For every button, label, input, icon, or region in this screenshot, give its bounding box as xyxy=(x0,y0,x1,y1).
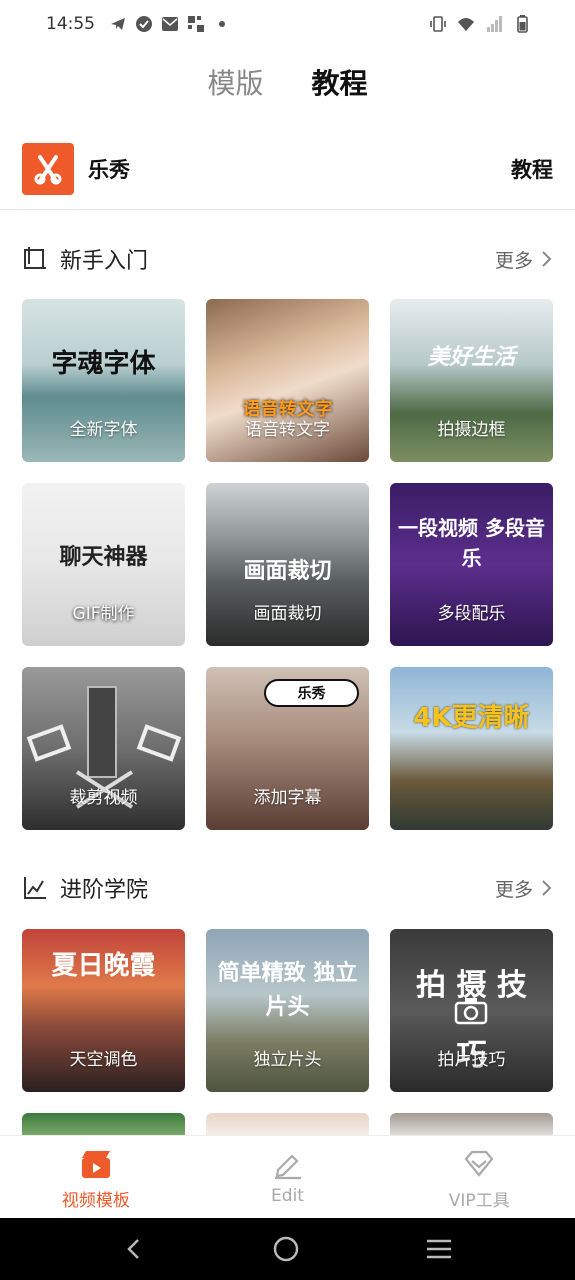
system-status-icons xyxy=(429,15,531,33)
recents-icon[interactable] xyxy=(425,1237,453,1261)
back-icon[interactable] xyxy=(123,1237,147,1261)
card-subtitle[interactable]: 乐秀 添加字幕 xyxy=(206,667,369,830)
notification-icons xyxy=(109,15,231,33)
card-partial[interactable] xyxy=(206,1113,369,1135)
book-icon xyxy=(24,247,46,269)
brand-name: 乐秀 xyxy=(88,158,130,182)
card-sky-color[interactable]: 夏日晚霞 天空调色 xyxy=(22,929,185,1092)
card-art: 聊天神器 xyxy=(59,545,148,570)
system-nav-bar xyxy=(0,1218,575,1280)
wifi-icon xyxy=(458,18,474,31)
brand-logo xyxy=(22,143,74,195)
status-time: 14:55 xyxy=(46,14,95,34)
card-art: 乐秀 xyxy=(264,679,359,707)
card-art: 一段视频 多段音乐 xyxy=(398,516,545,570)
card-crop[interactable]: 画面裁切 画面裁切 xyxy=(206,483,369,646)
nav-edit[interactable]: Edit xyxy=(192,1136,384,1218)
camera-icon xyxy=(454,998,488,1025)
app-grid-icon xyxy=(188,16,204,32)
tab-templates[interactable]: 模版 xyxy=(207,62,263,102)
card-label: 语音转文字 xyxy=(245,420,330,440)
card-label: 添加字幕 xyxy=(253,788,322,808)
card-frame[interactable]: 美好生活 拍摄边框 xyxy=(390,299,553,462)
chevron-right-icon xyxy=(542,880,552,896)
more-label: 更多 xyxy=(494,249,533,272)
divider xyxy=(0,209,575,210)
card-4k[interactable]: 4K更清晰 xyxy=(390,667,553,830)
card-label: 多段配乐 xyxy=(437,604,506,624)
diamond-icon xyxy=(464,1150,494,1177)
top-tabs: 模版 教程 xyxy=(0,58,575,106)
card-label: 天空调色 xyxy=(69,1050,138,1070)
more-label: 更多 xyxy=(494,878,533,901)
nav-label: Edit xyxy=(271,1186,304,1206)
bottom-nav: 视频模板 Edit VIP工具 xyxy=(0,1135,575,1218)
card-art: 美好生活 xyxy=(427,345,516,370)
signal-icon xyxy=(487,16,502,32)
dot-icon xyxy=(219,21,225,27)
nav-video-templates[interactable]: 视频模板 xyxy=(0,1136,192,1218)
card-new-font[interactable]: 字魂字体 全新字体 xyxy=(22,299,185,462)
card-label: 画面裁切 xyxy=(253,604,322,624)
beginner-grid: 字魂字体 全新字体 语音转文字 语音转文字 美好生活 拍摄边框 聊天神器 GIF… xyxy=(22,299,554,830)
card-art: 字魂字体 xyxy=(51,349,156,379)
nav-label: 视频模板 xyxy=(61,1191,130,1211)
vibrate-icon xyxy=(430,16,446,32)
check-circle-icon xyxy=(136,16,152,32)
card-art: 画面裁切 xyxy=(243,559,332,584)
nav-label: VIP工具 xyxy=(448,1191,510,1211)
brand-row: 乐秀 教程 xyxy=(22,142,553,196)
card-speech-to-text[interactable]: 语音转文字 语音转文字 xyxy=(206,299,369,462)
card-label: 独立片头 xyxy=(253,1050,322,1070)
card-shooting-tips[interactable]: 拍 摄 技 巧 拍片技巧 xyxy=(390,929,553,1092)
scissors-logo-icon xyxy=(34,155,62,185)
telegram-icon xyxy=(111,18,125,30)
section-title: 进阶学院 xyxy=(60,878,149,903)
tab-tutorials[interactable]: 教程 xyxy=(312,62,368,102)
card-art: 夏日晚霞 xyxy=(51,951,156,981)
card-art: 简单精致 独立片头 xyxy=(217,961,358,1020)
video-clapper-icon xyxy=(81,1151,110,1178)
card-label: 全新字体 xyxy=(69,420,138,440)
card-label: 裁剪视频 xyxy=(69,788,138,808)
card-label: 拍摄边框 xyxy=(437,420,506,440)
card-partial[interactable] xyxy=(22,1113,185,1135)
advanced-grid: 夏日晚霞 天空调色 简单精致 独立片头 独立片头 拍 摄 技 巧 拍片技巧 xyxy=(22,929,554,1092)
chevron-right-icon xyxy=(542,251,552,267)
pencil-icon xyxy=(274,1154,301,1180)
card-art: 4K更清晰 xyxy=(413,703,530,733)
card-trim[interactable]: 裁剪视频 xyxy=(22,667,185,830)
mail-icon xyxy=(162,17,178,31)
nav-vip-tools[interactable]: VIP工具 xyxy=(383,1136,575,1218)
card-multi-music[interactable]: 一段视频 多段音乐 多段配乐 xyxy=(390,483,553,646)
card-label: GIF制作 xyxy=(72,604,135,624)
home-icon[interactable] xyxy=(272,1235,300,1263)
status-bar: 14:55 xyxy=(0,0,575,48)
card-partial[interactable] xyxy=(390,1113,553,1135)
section-title: 新手入门 xyxy=(60,249,149,274)
chart-line-icon xyxy=(24,877,46,899)
brand-tutorial-label: 教程 xyxy=(511,158,553,182)
section-header-beginner: 新手入门 更多 xyxy=(22,243,553,275)
more-button[interactable]: 更多 xyxy=(495,246,553,273)
section-header-advanced: 进阶学院 更多 xyxy=(22,872,553,904)
more-button[interactable]: 更多 xyxy=(495,875,553,902)
card-label: 拍片技巧 xyxy=(437,1050,506,1070)
card-intro[interactable]: 简单精致 独立片头 独立片头 xyxy=(206,929,369,1092)
battery-icon xyxy=(517,15,528,33)
card-gif[interactable]: 聊天神器 GIF制作 xyxy=(22,483,185,646)
